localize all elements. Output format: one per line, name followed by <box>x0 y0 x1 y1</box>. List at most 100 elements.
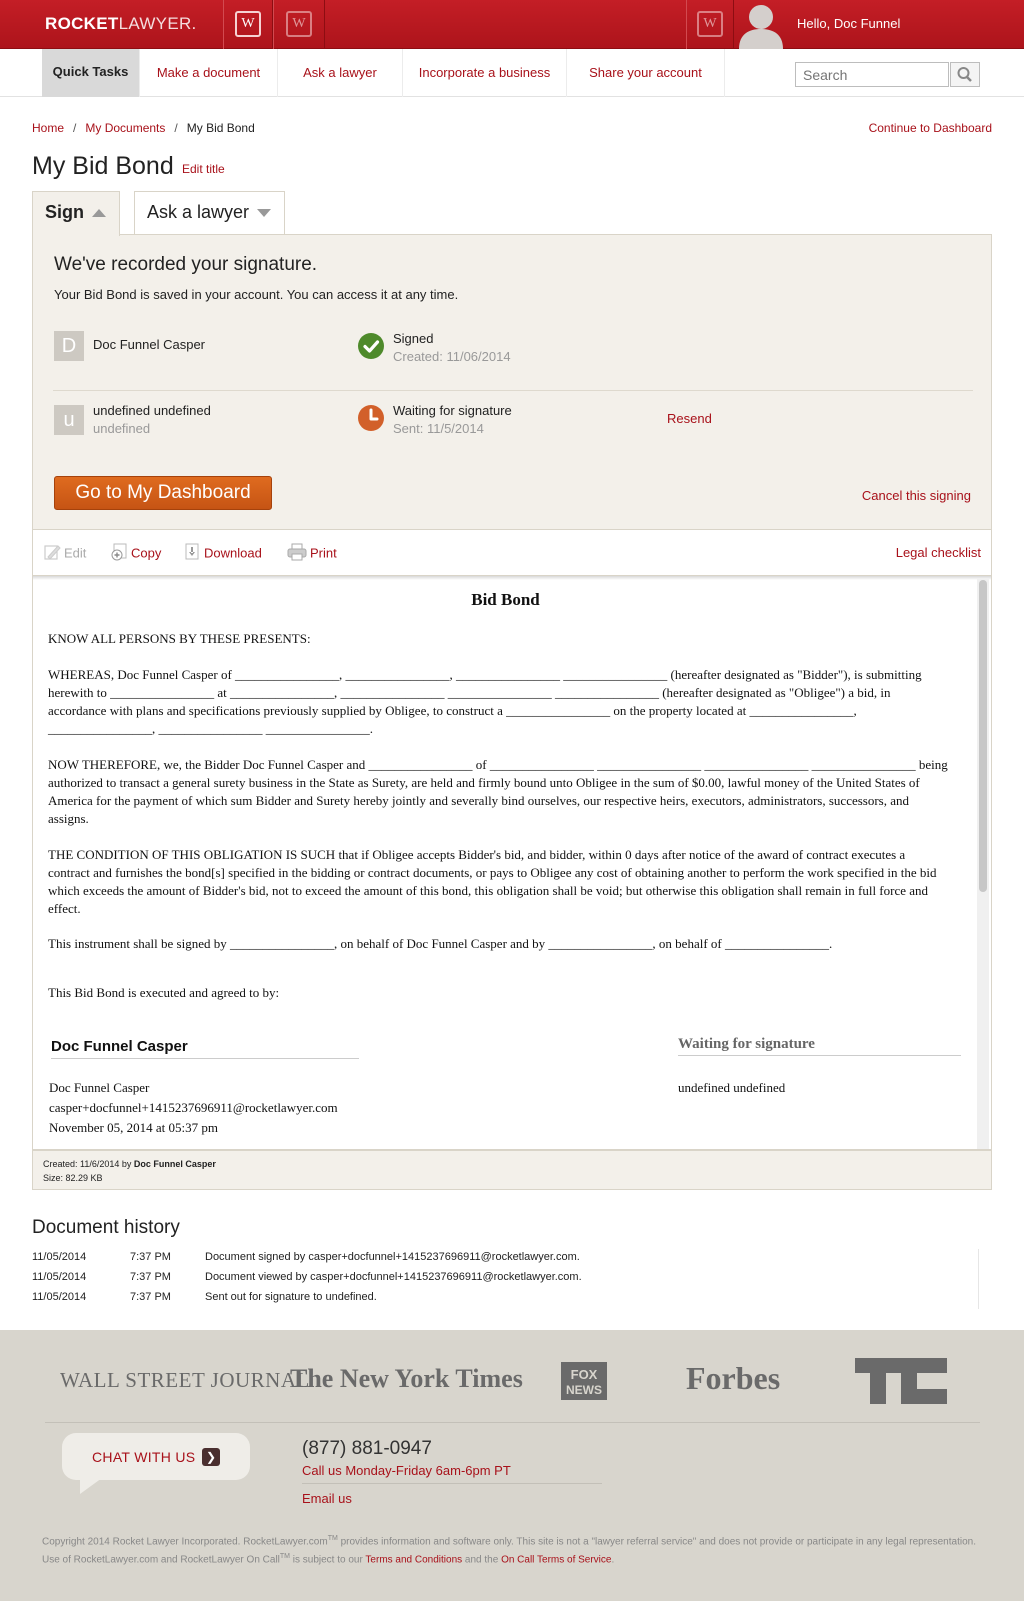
nav-share-your-account[interactable]: Share your account <box>567 49 725 97</box>
copyright-text: . <box>611 1554 615 1566</box>
svg-text:FOX: FOX <box>571 1367 598 1382</box>
app-badge-icon[interactable]: W <box>235 11 261 37</box>
call-hours: Call us Monday-Friday 6am-6pm PT <box>302 1463 511 1478</box>
legal-checklist-link[interactable]: Legal checklist <box>896 545 981 560</box>
footer-divider <box>45 1422 980 1423</box>
user-greeting[interactable]: Hello, Doc Funnel <box>797 16 900 31</box>
signer-row: u undefined undefined undefined Waiting … <box>33 403 993 453</box>
signer-row: D Doc Funnel Casper Signed Created: 11/0… <box>33 331 993 381</box>
app-badge-icon-inactive[interactable]: W <box>286 11 312 37</box>
copy-button[interactable]: Copy <box>110 543 162 563</box>
download-button[interactable]: Download <box>183 543 262 563</box>
history-time: 7:37 PM <box>130 1271 171 1283</box>
search-button[interactable] <box>950 62 980 87</box>
breadcrumb-current: My Bid Bond <box>186 121 255 135</box>
print-button[interactable]: Print <box>287 543 337 563</box>
resend-link[interactable]: Resend <box>667 411 712 426</box>
viewer-top-shadow <box>33 576 991 580</box>
breadcrumb: Home / My Documents / My Bid Bond <box>32 121 255 135</box>
tab-ask-label: Ask a lawyer <box>147 202 250 222</box>
signer-status-date: Created: 11/06/2014 <box>393 349 511 364</box>
caret-up-icon <box>92 209 106 218</box>
download-label: Download <box>204 545 262 561</box>
signer-status-date: Sent: 11/5/2014 <box>393 421 484 436</box>
signer-name: Doc Funnel Casper <box>49 1080 150 1095</box>
document-size: Size: 82.29 KB <box>43 1173 103 1183</box>
document-toolbar: Edit Copy Download Print Legal checklist <box>32 530 992 576</box>
press-logo-techcrunch <box>855 1358 947 1404</box>
press-logo-forbes: Forbes <box>686 1360 781 1396</box>
caret-down-icon <box>257 209 272 218</box>
signer-email: undefined <box>93 421 151 436</box>
search-icon <box>957 67 972 82</box>
on-call-terms-link[interactable]: On Call Terms of Service <box>501 1555 611 1566</box>
document-meta: Created: 11/6/2014 by Doc Funnel Casper … <box>32 1150 992 1190</box>
chat-bubble-tail <box>80 1478 102 1494</box>
history-event: Document viewed by casper+docfunnel+1415… <box>205 1271 582 1283</box>
page-title: My Bid Bond <box>32 152 174 180</box>
history-time: 7:37 PM <box>130 1251 171 1263</box>
signed-date: November 05, 2014 at 05:37 pm <box>49 1120 218 1135</box>
nav-quick-tasks[interactable]: Quick Tasks <box>42 49 140 97</box>
document-paragraph: NOW THEREFORE, we, the Bidder Doc Funnel… <box>48 757 948 826</box>
chat-with-us-label[interactable]: CHAT WITH US <box>92 1449 195 1465</box>
tab-sign-label: Sign <box>45 202 84 222</box>
continue-to-dashboard-link[interactable]: Continue to Dashboard <box>869 121 992 135</box>
signer-name: undefined undefined <box>678 1080 786 1095</box>
breadcrumb-my-documents[interactable]: My Documents <box>85 121 165 135</box>
signing-panel: We've recorded your signature. Your Bid … <box>32 234 992 530</box>
cancel-signing-link[interactable]: Cancel this signing <box>862 488 971 503</box>
created-label: Created: 11/6/2014 by <box>43 1159 132 1169</box>
document-viewer[interactable]: Bid Bond KNOW ALL PERSONS BY THESE PRESE… <box>32 576 992 1150</box>
support-phone: (877) 881-0947 <box>302 1438 432 1459</box>
search-input[interactable] <box>795 62 949 87</box>
nav-incorporate-a-business[interactable]: Incorporate a business <box>403 49 567 97</box>
history-event: Sent out for signature to undefined. <box>205 1291 377 1303</box>
topbar-badge-cell-2[interactable]: W <box>273 0 325 49</box>
signer-status: Signed <box>393 331 434 346</box>
rocketlawyer-logo[interactable]: ROCKETLAWYER. <box>45 14 197 34</box>
document-paragraph: This Bid Bond is executed and agreed to … <box>48 985 280 1000</box>
tab-sign[interactable]: Sign <box>32 191 120 236</box>
chevron-right-icon[interactable]: ❯ <box>202 1448 220 1466</box>
signature-heading: Waiting for signature <box>678 1035 961 1056</box>
copyright-text: and the <box>462 1554 502 1566</box>
trademark-mark: TM <box>327 1535 338 1542</box>
topbar-badge-cell-1[interactable]: W <box>223 0 273 49</box>
topbar-badge-cell-3[interactable]: W <box>686 0 734 49</box>
copy-label: Copy <box>131 545 162 561</box>
copyright-text: is subject to our <box>290 1554 366 1566</box>
signature-recorded-heading: We've recorded your signature. <box>54 254 318 275</box>
created-by: Doc Funnel Casper <box>133 1159 216 1169</box>
copyright-notice: Copyright 2014 Rocket Lawyer Incorporate… <box>42 1531 982 1568</box>
nav-ask-a-lawyer[interactable]: Ask a lawyer <box>278 49 403 97</box>
print-label: Print <box>310 545 337 561</box>
copy-plus-icon <box>111 543 127 561</box>
email-us-link[interactable]: Email us <box>302 1491 352 1506</box>
signature-details: undefined undefined <box>678 1078 961 1098</box>
signed-check-icon <box>358 333 384 359</box>
document-scrollbar-thumb[interactable] <box>979 580 987 892</box>
main-nav: Quick Tasks Make a document Ask a lawyer… <box>0 49 1024 97</box>
breadcrumb-separator: / <box>174 121 178 135</box>
app-badge-icon-inactive[interactable]: W <box>697 11 723 37</box>
history-scrollbar[interactable] <box>978 1249 990 1309</box>
edit-button[interactable]: Edit <box>43 545 86 563</box>
download-icon <box>185 543 199 560</box>
document-title: Bid Bond <box>471 590 540 609</box>
terms-and-conditions-link[interactable]: Terms and Conditions <box>365 1555 462 1566</box>
signer-email: casper+docfunnel+1415237696911@rocketlaw… <box>49 1100 338 1115</box>
tab-ask-a-lawyer[interactable]: Ask a lawyer <box>134 191 285 235</box>
breadcrumb-home[interactable]: Home <box>32 121 64 135</box>
document-paragraph: WHEREAS, Doc Funnel Casper of __________… <box>48 667 922 736</box>
edit-title-link[interactable]: Edit title <box>182 162 225 176</box>
go-to-dashboard-button[interactable]: Go to My Dashboard <box>54 476 272 510</box>
signer-initial-avatar: D <box>54 331 84 361</box>
nav-make-a-document[interactable]: Make a document <box>140 49 278 97</box>
user-avatar-icon[interactable] <box>736 2 786 49</box>
signature-block-waiting: Waiting for signature <box>678 1035 961 1056</box>
document-paragraph: THE CONDITION OF THIS OBLIGATION IS SUCH… <box>48 847 937 916</box>
signature-heading: Doc Funnel Casper <box>51 1038 359 1059</box>
signer-initial-avatar: u <box>54 405 84 435</box>
edit-label: Edit <box>64 545 87 561</box>
